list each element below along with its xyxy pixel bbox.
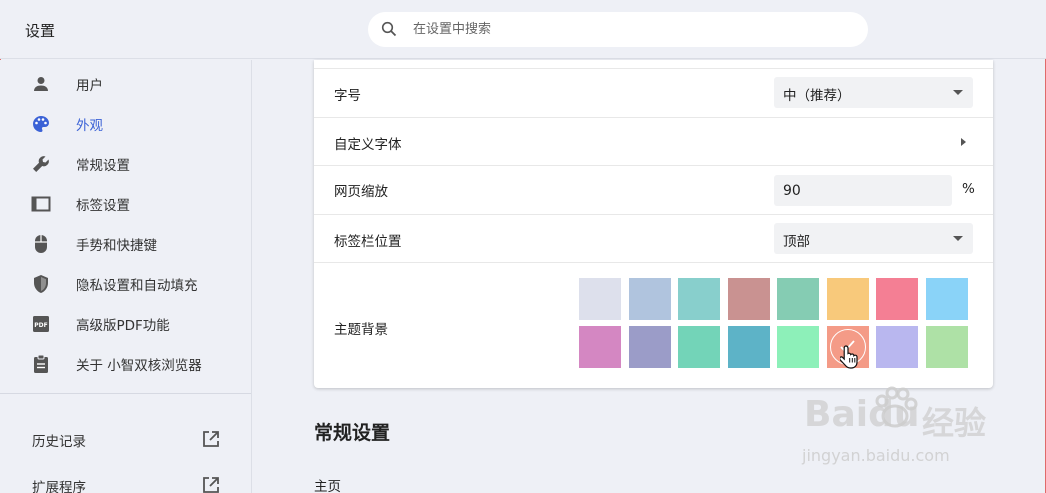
chevron-down-icon xyxy=(953,90,963,95)
external-link-icon xyxy=(203,431,219,447)
theme-swatch[interactable] xyxy=(727,278,770,320)
tab-bar-position-row: 标签栏位置 顶部 xyxy=(314,215,993,263)
font-size-row: 字号 中（推荐） xyxy=(314,69,993,118)
sidebar-item-appearance[interactable]: 外观 xyxy=(0,104,251,144)
sidebar-item-label: 常规设置 xyxy=(76,158,130,174)
font-size-value: 中（推荐） xyxy=(783,88,851,104)
font-size-select[interactable]: 中（推荐） xyxy=(774,77,973,108)
theme-swatch[interactable] xyxy=(579,278,621,320)
sidebar-item-label: 高级版PDF功能 xyxy=(76,318,170,334)
watermark-url: jingyan.baidu.com xyxy=(802,446,950,465)
sidebar-link-extensions[interactable]: 扩展程序 xyxy=(0,465,251,493)
theme-row: 主题背景 xyxy=(314,263,993,388)
sidebar-item-label: 用户 xyxy=(76,78,103,94)
wrench-icon xyxy=(30,153,52,175)
custom-font-row[interactable]: 自定义字体 xyxy=(314,118,993,166)
sidebar-item-about[interactable]: 关于 小智双核浏览器 xyxy=(0,344,251,384)
sidebar-item-pdf[interactable]: PDF 高级版PDF功能 xyxy=(0,304,251,344)
theme-swatch[interactable] xyxy=(826,278,869,320)
section-title-general: 常规设置 xyxy=(314,422,391,444)
person-icon xyxy=(30,73,52,95)
paw-icon xyxy=(875,386,918,428)
sidebar-item-label: 外观 xyxy=(76,118,103,134)
chevron-right-icon xyxy=(961,138,966,146)
baidu-watermark: Baidu 经验 jingyan.baidu.com xyxy=(800,384,1000,474)
theme-swatch[interactable] xyxy=(925,326,968,368)
clipboard-icon xyxy=(30,353,52,375)
shield-icon xyxy=(30,273,52,295)
tab-bar-position-label: 标签栏位置 xyxy=(334,234,402,250)
sidebar-item-gestures[interactable]: 手势和快捷键 xyxy=(0,224,251,264)
theme-swatch[interactable] xyxy=(579,326,621,368)
sidebar-item-general[interactable]: 常规设置 xyxy=(0,144,251,184)
theme-swatch[interactable] xyxy=(678,326,720,368)
sidebar-item-tabs[interactable]: 标签设置 xyxy=(0,184,251,224)
theme-swatch[interactable] xyxy=(876,326,918,368)
tab-bar-position-value: 顶部 xyxy=(783,234,810,250)
card-top-row xyxy=(314,60,993,69)
header: 设置 xyxy=(0,0,1046,59)
theme-swatch[interactable] xyxy=(876,278,918,320)
theme-swatch[interactable] xyxy=(628,326,671,368)
chevron-down-icon xyxy=(953,236,963,241)
page-title: 设置 xyxy=(25,22,56,40)
sidebar-item-label: 标签设置 xyxy=(76,198,130,214)
home-label: 主页 xyxy=(314,479,341,493)
search-box[interactable] xyxy=(368,12,868,47)
mouse-icon xyxy=(30,233,52,255)
theme-swatch[interactable] xyxy=(777,326,819,368)
palette-icon xyxy=(30,113,52,135)
theme-swatch[interactable] xyxy=(678,278,720,320)
zoom-unit: % xyxy=(962,181,975,197)
external-link-icon xyxy=(203,477,219,493)
pdf-icon: PDF xyxy=(30,313,52,335)
custom-font-label: 自定义字体 xyxy=(334,137,402,153)
sidebar-link-history[interactable]: 历史记录 xyxy=(0,419,251,459)
font-size-label: 字号 xyxy=(334,88,361,104)
tab-icon xyxy=(30,193,52,215)
sidebar-link-label: 扩展程序 xyxy=(32,480,86,493)
svg-text:PDF: PDF xyxy=(34,322,47,329)
search-input[interactable] xyxy=(413,12,853,47)
sidebar-item-label: 手势和快捷键 xyxy=(76,238,157,254)
sidebar-divider xyxy=(0,393,251,394)
appearance-card: 字号 中（推荐） 自定义字体 网页缩放 % 标签栏位置 顶部 主题背景 xyxy=(314,60,993,388)
sidebar-item-label: 隐私设置和自动填充 xyxy=(76,278,198,294)
sidebar-item-label: 关于 小智双核浏览器 xyxy=(76,358,202,374)
tab-bar-position-select[interactable]: 顶部 xyxy=(774,223,973,254)
zoom-label: 网页缩放 xyxy=(334,184,388,200)
sidebar-item-privacy[interactable]: 隐私设置和自动填充 xyxy=(0,264,251,304)
theme-swatch[interactable] xyxy=(777,278,819,320)
theme-swatch[interactable] xyxy=(727,326,770,368)
zoom-row: 网页缩放 % xyxy=(314,166,993,215)
theme-label: 主题背景 xyxy=(334,322,388,338)
sidebar: 用户 外观 常规设置 标签设置 手势和快捷键 隐私设置和自动填充 PDF 高级版… xyxy=(0,60,252,493)
zoom-input[interactable] xyxy=(774,175,952,206)
theme-swatch[interactable] xyxy=(628,278,671,320)
sidebar-item-user[interactable]: 用户 xyxy=(0,64,251,104)
theme-swatch[interactable] xyxy=(925,278,968,320)
sidebar-link-label: 历史记录 xyxy=(32,434,86,450)
watermark-brand-cn: 经验 xyxy=(922,404,987,442)
hand-cursor-icon xyxy=(840,345,858,369)
search-icon xyxy=(381,21,397,37)
